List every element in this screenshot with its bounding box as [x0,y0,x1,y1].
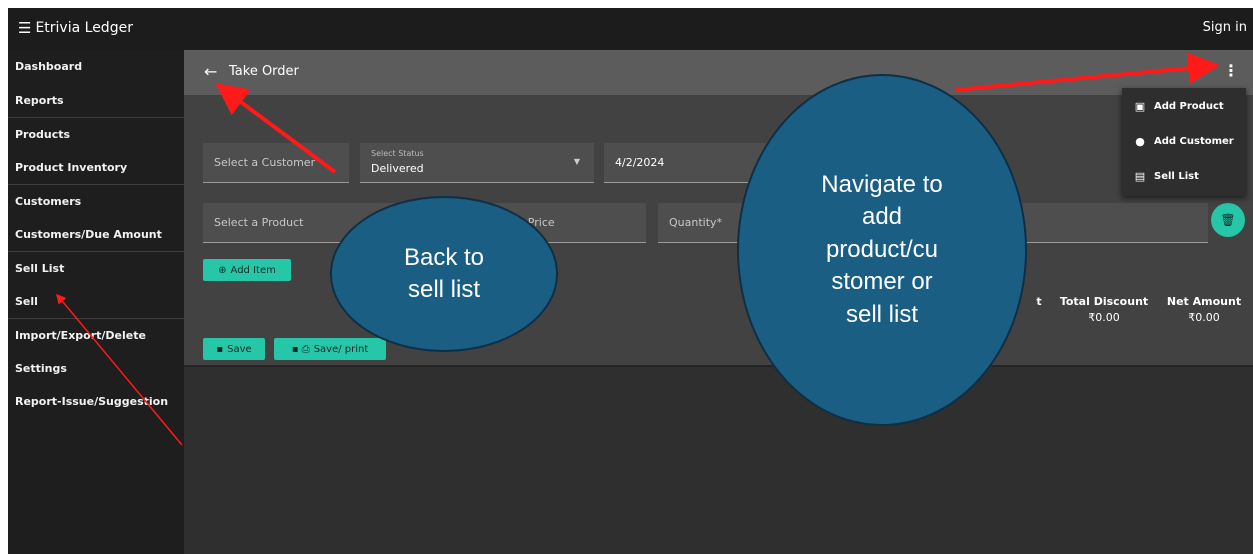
total-discount: Total Discount ₹0.00 [1054,295,1154,324]
floppy-icon: ▪ [216,343,224,355]
sidebar-item-reports[interactable]: Reports [8,84,184,118]
nav-bubble-line: Navigate to [821,171,943,199]
sidebar-item-customers-due[interactable]: Customers/Due Amount [8,218,184,252]
delete-item-button[interactable]: 🗑 [1211,203,1245,237]
net-amount: Net Amount ₹0.00 [1164,295,1244,324]
save-label: Save [227,343,252,355]
totals-partial-label: t [1036,295,1042,308]
menu-add-customer-label: Add Customer [1154,136,1234,147]
nav-bubble-line: sell list [845,300,918,328]
add-circle-icon: ⊕ [218,264,227,276]
menu-item-sell-list[interactable]: ▤ Sell List [1122,160,1246,193]
sidebar-item-sell-list[interactable]: Sell List [8,251,184,285]
status-select[interactable]: Select Status Delivered ▼ [360,143,594,183]
sidebar-item-product-inventory[interactable]: Product Inventory [8,151,184,185]
nav-annotation-bubble: Navigate to add product/cu stomer or sel… [737,74,1027,426]
sign-in-link[interactable]: Sign in [1203,20,1247,35]
menu-item-add-customer[interactable]: ● Add Customer [1122,125,1246,158]
brand[interactable]: ☰ Etrivia Ledger [18,19,133,37]
trash-icon: 🗑 [1220,213,1236,227]
date-value: 4/2/2024 [615,156,665,169]
menu-sell-list-label: Sell List [1154,171,1199,182]
dropdown-caret-icon: ▼ [573,157,580,166]
add-item-button[interactable]: ⊕ Add Item [203,259,291,281]
save-print-button[interactable]: ▪ ⎙ Save/ print [274,338,386,360]
sidebar-item-products[interactable]: Products [8,117,184,151]
save-button[interactable]: ▪ Save [203,338,265,360]
quantity-placeholder: Quantity* [669,216,723,229]
total-discount-value: ₹0.00 [1088,311,1120,324]
customer-select[interactable]: Select a Customer [203,143,349,183]
total-discount-label: Total Discount [1059,295,1149,308]
customer-placeholder: Select a Customer [214,156,316,169]
sidebar-item-import-export[interactable]: Import/Export/Delete [8,318,184,352]
save-print-label: Save/ print [313,343,369,355]
overflow-menu: ▣ Add Product ● Add Customer ▤ Sell List [1122,88,1246,196]
sidebar: Dashboard Reports Products Product Inven… [8,50,184,554]
product-placeholder: Select a Product [214,216,304,229]
page-header: ← Take Order ⋮ [184,50,1253,95]
nav-bubble-line: product/cu [825,235,939,263]
back-bubble-text: Back to sell list [403,243,485,303]
menu-toggle-icon[interactable]: ☰ [18,19,31,37]
back-annotation-bubble: Back to sell list [330,196,558,352]
page-title: Take Order [229,64,299,79]
status-label: Select Status [371,149,424,158]
floppy-print-icon: ▪ ⎙ [291,343,310,355]
net-amount-value: ₹0.00 [1188,311,1220,324]
list-icon: ▤ [1134,170,1146,183]
nav-bubble-line: stomer or [831,268,933,296]
archive-icon: ▣ [1134,100,1146,113]
person-icon: ● [1135,135,1145,148]
more-vert-icon[interactable]: ⋮ [1223,61,1239,80]
nav-bubble-line: add [861,203,903,231]
arrow-left-icon[interactable]: ← [204,62,217,81]
sidebar-item-customers[interactable]: Customers [8,184,184,218]
brand-title: Etrivia Ledger [35,20,133,36]
app-window: ☰ Etrivia Ledger Sign in Dashboard Repor… [8,8,1253,554]
sidebar-item-settings[interactable]: Settings [8,352,184,386]
nav-bubble-text: Navigate to add product/cu stomer or sel… [821,169,942,331]
add-item-label: Add Item [230,264,276,276]
net-amount-label: Net Amount [1166,295,1242,308]
totals-partial: t [1032,295,1046,308]
menu-add-product-label: Add Product [1154,101,1224,112]
sidebar-item-report-issue[interactable]: Report-Issue/Suggestion [8,385,184,419]
status-value: Delivered [371,162,424,175]
sidebar-item-sell[interactable]: Sell [8,285,184,319]
order-form: Select a Customer Select Status Delivere… [184,95,1253,367]
sidebar-item-dashboard[interactable]: Dashboard [8,50,184,84]
menu-item-add-product[interactable]: ▣ Add Product [1122,90,1246,123]
top-app-bar: ☰ Etrivia Ledger Sign in [8,8,1253,50]
